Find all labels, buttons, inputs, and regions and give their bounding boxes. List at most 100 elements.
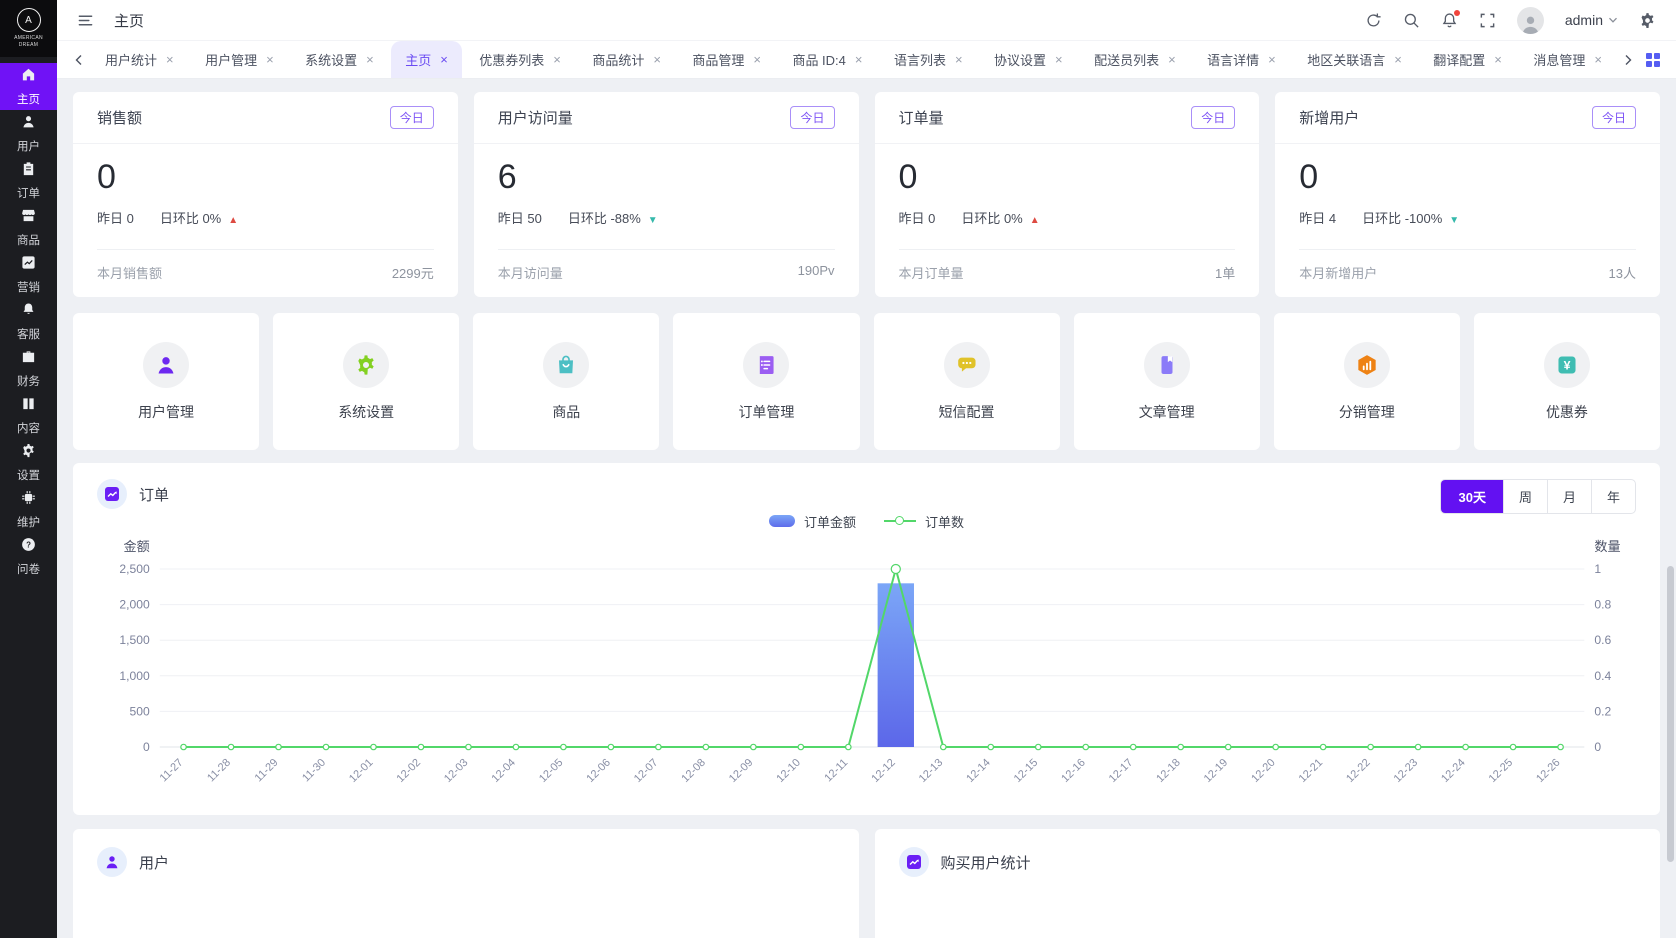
tab-协议设置[interactable]: 协议设置 ×: [980, 41, 1077, 78]
refresh-icon[interactable]: [1365, 12, 1382, 29]
sidebar-item-设置[interactable]: 设置: [0, 439, 57, 486]
app-logo: A AMERICAN DREAM: [0, 0, 57, 57]
close-icon[interactable]: ×: [553, 52, 561, 67]
sidebar-item-财务[interactable]: 财务: [0, 345, 57, 392]
tab-优惠券列表[interactable]: 优惠券列表 ×: [465, 41, 575, 78]
tab-翻译配置[interactable]: 翻译配置 ×: [1419, 41, 1516, 78]
search-icon[interactable]: [1403, 12, 1420, 29]
svg-text:1: 1: [1594, 562, 1601, 576]
bottom-row: 用户 购买用户统计: [73, 829, 1660, 938]
stat-footer-value: 2299元: [391, 266, 434, 281]
svg-text:0.4: 0.4: [1594, 669, 1611, 683]
tab-用户统计[interactable]: 用户统计 ×: [91, 41, 188, 78]
range-button-30天[interactable]: 30天: [1441, 480, 1503, 513]
range-button-年[interactable]: 年: [1590, 480, 1635, 513]
shortcut-商品[interactable]: 商品: [473, 313, 660, 450]
shortcut-文章管理[interactable]: 文章管理: [1073, 313, 1260, 450]
close-icon[interactable]: ×: [1494, 52, 1502, 67]
svg-text:0.6: 0.6: [1594, 633, 1611, 647]
tab-商品 ID:4[interactable]: 商品 ID:4 ×: [778, 41, 876, 78]
hamburger-icon[interactable]: [77, 12, 94, 29]
close-icon[interactable]: ×: [366, 52, 374, 67]
sidebar-item-内容[interactable]: 内容: [0, 392, 57, 439]
sidebar-item-用户[interactable]: 用户: [0, 110, 57, 157]
range-button-月[interactable]: 月: [1546, 480, 1591, 513]
tab-商品管理[interactable]: 商品管理 ×: [678, 41, 775, 78]
shortcut-label: 用户管理: [138, 403, 195, 420]
sidebar-item-营销[interactable]: 营销: [0, 251, 57, 298]
svg-text:12-19: 12-19: [1202, 757, 1231, 785]
chart-legend: 订单金额 订单数: [73, 509, 1660, 533]
shortcut-row: 用户管理 系统设置 商品 订单管理 短信配置 文章管理 分销管理 ¥ 优惠券: [73, 313, 1660, 450]
close-icon[interactable]: ×: [855, 52, 863, 67]
close-icon[interactable]: ×: [753, 52, 761, 67]
username: admin: [1564, 12, 1603, 28]
gear-icon[interactable]: [1639, 12, 1656, 29]
sidebar-item-客服[interactable]: 客服: [0, 298, 57, 345]
notification-dot: [1453, 9, 1460, 16]
svg-text:12-05: 12-05: [537, 757, 566, 785]
tab-主页[interactable]: 主页 ×: [391, 41, 462, 78]
user-card-header: 用户: [97, 847, 835, 877]
stat-footer-label: 本月订单量: [898, 266, 964, 281]
finance-icon: [21, 349, 36, 369]
topbar: 主页 admin: [57, 0, 1676, 41]
sidebar-item-主页[interactable]: 主页: [0, 63, 57, 110]
close-icon[interactable]: ×: [955, 52, 963, 67]
legend-order-amount[interactable]: 订单金额: [768, 512, 856, 531]
svg-text:0.2: 0.2: [1594, 704, 1611, 718]
tab-系统设置[interactable]: 系统设置 ×: [291, 41, 388, 78]
close-icon[interactable]: ×: [653, 52, 661, 67]
bell-icon[interactable]: [1441, 9, 1460, 29]
shortcut-分销管理[interactable]: 分销管理: [1273, 313, 1460, 450]
chart-icon: [105, 487, 119, 501]
trend-arrow-icon: ▼: [1449, 215, 1460, 226]
user-menu[interactable]: admin: [1565, 12, 1618, 28]
svg-text:2,000: 2,000: [119, 598, 150, 612]
tabs-scroll-right[interactable]: [1616, 41, 1640, 78]
tab-语言列表[interactable]: 语言列表 ×: [880, 41, 977, 78]
close-icon[interactable]: ×: [166, 52, 174, 67]
sidebar-item-问卷[interactable]: ? 问卷: [0, 533, 57, 580]
svg-text:12-09: 12-09: [727, 757, 756, 785]
fullscreen-icon[interactable]: [1479, 12, 1496, 29]
sidebar-item-商品[interactable]: 商品: [0, 204, 57, 251]
shortcut-订单管理[interactable]: 订单管理: [673, 313, 860, 450]
sidebar-item-维护[interactable]: 维护: [0, 486, 57, 533]
tab-用户管理[interactable]: 用户管理 ×: [191, 41, 288, 78]
close-icon[interactable]: ×: [1394, 52, 1402, 67]
close-icon[interactable]: ×: [1594, 52, 1602, 67]
avatar[interactable]: [1516, 6, 1544, 34]
legend-order-count[interactable]: 订单数: [884, 512, 964, 531]
sms-icon: [943, 341, 990, 388]
svg-text:12-21: 12-21: [1297, 757, 1326, 785]
order-chart-header: 订单: [73, 463, 1660, 509]
close-icon[interactable]: ×: [1268, 52, 1276, 67]
tab-商品统计[interactable]: 商品统计 ×: [578, 41, 675, 78]
sidebar-menu: 主页 用户 订单 商品 营销 客服 财务 内容 设置 维护 ? 问卷: [0, 63, 57, 580]
range-button-周[interactable]: 周: [1502, 480, 1547, 513]
tab-bar: 用户统计 × 用户管理 × 系统设置 × 主页 × 优惠券列表 × 商品统计 ×…: [57, 41, 1676, 79]
shortcut-优惠券[interactable]: ¥ 优惠券: [1473, 313, 1660, 450]
page-scrollbar[interactable]: [1667, 566, 1674, 862]
svg-text:金额: 金额: [123, 539, 149, 554]
sidebar-item-订单[interactable]: 订单: [0, 157, 57, 204]
close-icon[interactable]: ×: [266, 52, 274, 67]
shortcut-系统设置[interactable]: 系统设置: [273, 313, 460, 450]
tab-消息管理[interactable]: 消息管理 ×: [1519, 41, 1616, 78]
svg-text:¥: ¥: [1564, 358, 1571, 372]
close-icon[interactable]: ×: [440, 52, 448, 67]
close-icon[interactable]: ×: [1055, 52, 1063, 67]
stat-footer-value: 190Pv: [797, 263, 835, 278]
tab-配送员列表[interactable]: 配送员列表 ×: [1080, 41, 1190, 78]
tab-actions-grid-icon[interactable]: [1640, 41, 1666, 78]
tab-地区关联语言[interactable]: 地区关联语言 ×: [1293, 41, 1416, 78]
close-icon[interactable]: ×: [1168, 52, 1176, 67]
shortcut-用户管理[interactable]: 用户管理: [73, 313, 260, 450]
gear-icon: [343, 341, 390, 388]
tab-语言详情[interactable]: 语言详情 ×: [1193, 41, 1290, 78]
today-badge: 今日: [1191, 106, 1236, 129]
tabs-scroll-left[interactable]: [67, 41, 91, 78]
user-icon: [143, 341, 190, 388]
shortcut-短信配置[interactable]: 短信配置: [873, 313, 1060, 450]
